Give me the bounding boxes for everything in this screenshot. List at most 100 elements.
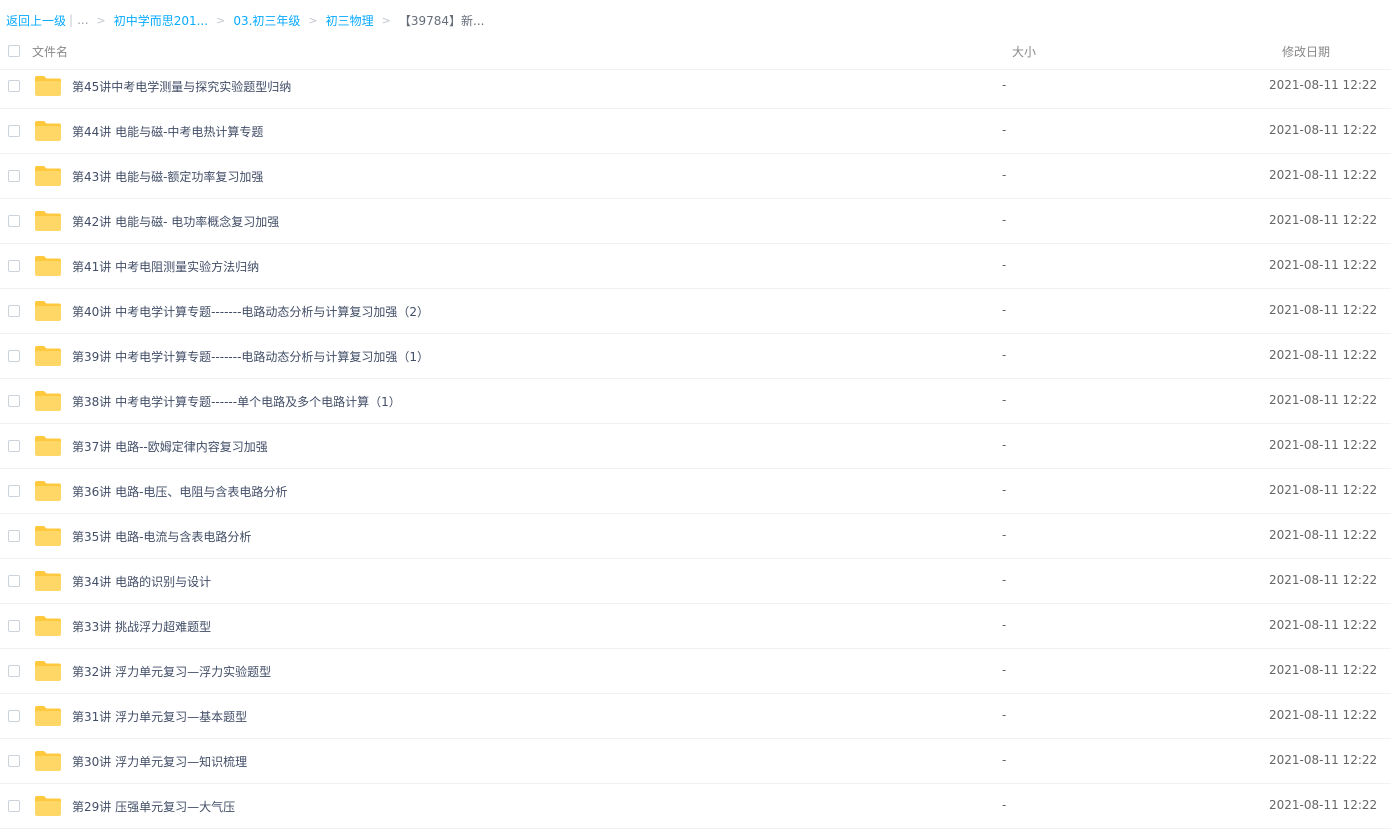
folder-icon[interactable] — [34, 795, 62, 817]
breadcrumb-item-2[interactable]: 03.初三年级 — [233, 12, 300, 29]
file-name[interactable]: 第33讲 挑战浮力超难题型 — [72, 618, 211, 635]
table-row[interactable]: 第34讲 电路的识别与设计 - 2021-08-11 12:22 — [0, 559, 1391, 604]
file-name[interactable]: 第40讲 中考电学计算专题-------电路动态分析与计算复习加强（2） — [72, 303, 429, 320]
column-header-size[interactable]: 大小 — [1012, 43, 1036, 60]
row-checkbox[interactable] — [8, 800, 20, 812]
table-row[interactable]: 第36讲 电路-电压、电阻与含表电路分析 - 2021-08-11 12:22 — [0, 469, 1391, 514]
folder-icon[interactable] — [34, 525, 62, 547]
file-size: - — [1002, 528, 1007, 542]
file-size: - — [1002, 483, 1007, 497]
folder-icon[interactable] — [34, 120, 62, 142]
file-name[interactable]: 第31讲 浮力单元复习—基本题型 — [72, 708, 247, 725]
back-link[interactable]: 返回上一级 — [6, 12, 66, 29]
table-row[interactable]: 第30讲 浮力单元复习—知识梳理 - 2021-08-11 12:22 — [0, 739, 1391, 784]
column-header-name[interactable]: 文件名 — [32, 43, 68, 60]
file-name[interactable]: 第39讲 中考电学计算专题-------电路动态分析与计算复习加强（1） — [72, 348, 429, 365]
file-name[interactable]: 第29讲 压强单元复习—大气压 — [72, 798, 235, 815]
row-checkbox[interactable] — [8, 755, 20, 767]
file-name[interactable]: 第30讲 浮力单元复习—知识梳理 — [72, 753, 247, 770]
file-name[interactable]: 第32讲 浮力单元复习—浮力实验题型 — [72, 663, 271, 680]
table-row[interactable]: 第42讲 电能与磁- 电功率概念复习加强 - 2021-08-11 12:22 — [0, 199, 1391, 244]
file-name[interactable]: 第45讲中考电学测量与探究实验题型归纳 — [72, 78, 291, 95]
file-name[interactable]: 第42讲 电能与磁- 电功率概念复习加强 — [72, 213, 279, 230]
table-row[interactable]: 第43讲 电能与磁-额定功率复习加强 - 2021-08-11 12:22 — [0, 154, 1391, 199]
folder-icon[interactable] — [34, 435, 62, 457]
modified-date: 2021-08-11 12:22 — [1269, 303, 1378, 317]
file-name[interactable]: 第41讲 中考电阻测量实验方法归纳 — [72, 258, 259, 275]
modified-date: 2021-08-11 12:22 — [1269, 483, 1378, 497]
breadcrumb: 返回上一级 | ... > 初中学而思201... > 03.初三年级 > 初三… — [6, 11, 484, 29]
table-row[interactable]: 第40讲 中考电学计算专题-------电路动态分析与计算复习加强（2） - 202… — [0, 289, 1391, 334]
row-checkbox[interactable] — [8, 395, 20, 407]
row-checkbox[interactable] — [8, 170, 20, 182]
table-row[interactable]: 第32讲 浮力单元复习—浮力实验题型 - 2021-08-11 12:22 — [0, 649, 1391, 694]
folder-icon[interactable] — [34, 210, 62, 232]
row-checkbox[interactable] — [8, 80, 20, 92]
row-checkbox[interactable] — [8, 710, 20, 722]
row-checkbox[interactable] — [8, 665, 20, 677]
row-checkbox[interactable] — [8, 620, 20, 632]
row-checkbox[interactable] — [8, 575, 20, 587]
row-checkbox[interactable] — [8, 260, 20, 272]
folder-icon[interactable] — [34, 660, 62, 682]
modified-date: 2021-08-11 12:22 — [1269, 78, 1378, 92]
file-list: 第45讲中考电学测量与探究实验题型归纳 - 2021-08-11 12:22 第44讲… — [0, 64, 1391, 829]
modified-date: 2021-08-11 12:22 — [1269, 663, 1378, 677]
row-checkbox[interactable] — [8, 125, 20, 137]
table-row[interactable]: 第44讲 电能与磁-中考电热计算专题 - 2021-08-11 12:22 — [0, 109, 1391, 154]
file-size: - — [1002, 303, 1007, 317]
folder-icon[interactable] — [34, 345, 62, 367]
table-row[interactable]: 第31讲 浮力单元复习—基本题型 - 2021-08-11 12:22 — [0, 694, 1391, 739]
folder-icon[interactable] — [34, 705, 62, 727]
folder-icon[interactable] — [34, 615, 62, 637]
table-row[interactable]: 第35讲 电路-电流与含表电路分析 - 2021-08-11 12:22 — [0, 514, 1391, 559]
file-name[interactable]: 第44讲 电能与磁-中考电热计算专题 — [72, 123, 263, 140]
modified-date: 2021-08-11 12:22 — [1269, 528, 1378, 542]
row-checkbox[interactable] — [8, 440, 20, 452]
folder-icon[interactable] — [34, 570, 62, 592]
modified-date: 2021-08-11 12:22 — [1269, 798, 1378, 812]
file-size: - — [1002, 123, 1007, 137]
file-name[interactable]: 第43讲 电能与磁-额定功率复习加强 — [72, 168, 263, 185]
file-name[interactable]: 第34讲 电路的识别与设计 — [72, 573, 211, 590]
row-checkbox[interactable] — [8, 305, 20, 317]
breadcrumb-item-3[interactable]: 初三物理 — [326, 12, 374, 29]
modified-date: 2021-08-11 12:22 — [1269, 393, 1378, 407]
row-checkbox[interactable] — [8, 350, 20, 362]
file-size: - — [1002, 348, 1007, 362]
file-size: - — [1002, 708, 1007, 722]
table-row[interactable]: 第38讲 中考电学计算专题------单个电路及多个电路计算（1） - 2021-0… — [0, 379, 1391, 424]
table-row[interactable]: 第45讲中考电学测量与探究实验题型归纳 - 2021-08-11 12:22 — [0, 64, 1391, 109]
file-name[interactable]: 第37讲 电路--欧姆定律内容复习加强 — [72, 438, 268, 455]
folder-icon[interactable] — [34, 255, 62, 277]
row-checkbox[interactable] — [8, 485, 20, 497]
breadcrumb-item-1[interactable]: 初中学而思201... — [114, 12, 208, 29]
table-row[interactable]: 第39讲 中考电学计算专题-------电路动态分析与计算复习加强（1） - 202… — [0, 334, 1391, 379]
folder-icon[interactable] — [34, 480, 62, 502]
file-name[interactable]: 第35讲 电路-电流与含表电路分析 — [72, 528, 251, 545]
chevron-right-icon: > — [308, 13, 318, 27]
breadcrumb-ellipsis[interactable]: ... — [77, 13, 88, 27]
table-row[interactable]: 第29讲 压强单元复习—大气压 - 2021-08-11 12:22 — [0, 784, 1391, 829]
column-header-date[interactable]: 修改日期 — [1282, 43, 1330, 60]
table-row[interactable]: 第41讲 中考电阻测量实验方法归纳 - 2021-08-11 12:22 — [0, 244, 1391, 289]
file-size: - — [1002, 78, 1007, 92]
table-row[interactable]: 第37讲 电路--欧姆定律内容复习加强 - 2021-08-11 12:22 — [0, 424, 1391, 469]
file-name[interactable]: 第38讲 中考电学计算专题------单个电路及多个电路计算（1） — [72, 393, 401, 410]
file-name[interactable]: 第36讲 电路-电压、电阻与含表电路分析 — [72, 483, 287, 500]
file-size: - — [1002, 258, 1007, 272]
breadcrumb-separator: | — [69, 13, 74, 27]
folder-icon[interactable] — [34, 300, 62, 322]
select-all-checkbox[interactable] — [8, 45, 20, 57]
folder-icon[interactable] — [34, 750, 62, 772]
folder-icon[interactable] — [34, 75, 62, 97]
chevron-right-icon: > — [381, 13, 391, 27]
table-row[interactable]: 第33讲 挑战浮力超难题型 - 2021-08-11 12:22 — [0, 604, 1391, 649]
row-checkbox[interactable] — [8, 215, 20, 227]
folder-icon[interactable] — [34, 165, 62, 187]
modified-date: 2021-08-11 12:22 — [1269, 438, 1378, 452]
file-size: - — [1002, 168, 1007, 182]
row-checkbox[interactable] — [8, 530, 20, 542]
folder-icon[interactable] — [34, 390, 62, 412]
file-size: - — [1002, 798, 1007, 812]
